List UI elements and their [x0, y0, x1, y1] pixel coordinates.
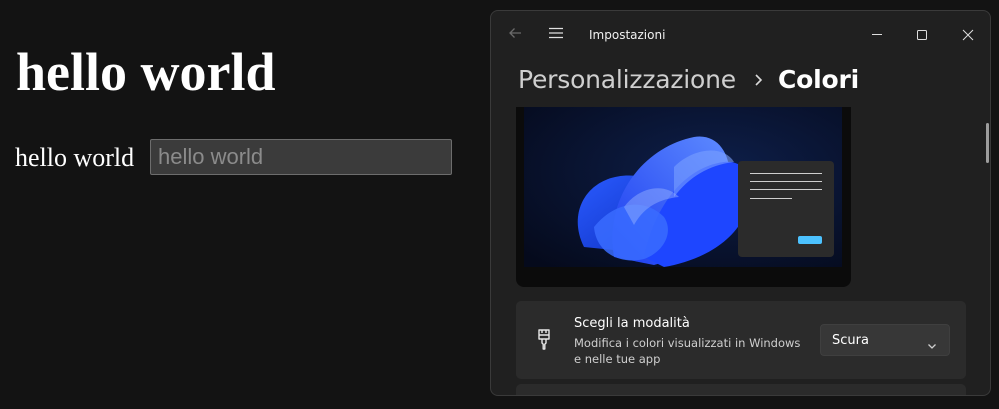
paintbrush-icon — [534, 328, 554, 352]
mode-setting-description: Modifica i colori visualizzati in Window… — [574, 336, 801, 366]
maximize-icon[interactable] — [906, 19, 938, 51]
preview-text-line — [750, 189, 822, 190]
title-bar: Impostazioni — [491, 11, 990, 57]
page-text-input[interactable] — [150, 139, 452, 175]
theme-preview — [516, 107, 851, 287]
mode-dropdown-value: Scura — [832, 333, 869, 348]
hamburger-menu-icon[interactable] — [546, 25, 566, 45]
preview-accent-button — [798, 236, 822, 244]
window-title: Impostazioni — [589, 28, 666, 42]
minimize-icon[interactable] — [861, 19, 893, 51]
preview-text-line — [750, 173, 822, 174]
settings-window: Impostazioni Personalizzazione Colori Sc… — [490, 10, 991, 396]
breadcrumb-current: Colori — [777, 64, 859, 94]
preview-text-line — [750, 198, 792, 199]
mode-setting-title: Scegli la modalità — [574, 316, 690, 331]
page-heading: hello world — [16, 42, 276, 102]
back-arrow-icon[interactable] — [505, 25, 525, 45]
breadcrumb: Personalizzazione Colori — [518, 59, 859, 99]
chevron-down-icon — [927, 336, 937, 349]
scrollbar-thumb[interactable] — [986, 123, 989, 163]
mode-dropdown[interactable]: Scura — [820, 324, 950, 356]
chevron-right-icon — [752, 72, 764, 86]
next-setting-card — [516, 384, 966, 395]
mode-setting-card: Scegli la modalità Modifica i colori vis… — [516, 301, 966, 379]
close-icon[interactable] — [952, 19, 984, 51]
breadcrumb-parent[interactable]: Personalizzazione — [518, 65, 736, 94]
preview-text-line — [750, 181, 822, 182]
page-label: hello world — [15, 143, 135, 172]
preview-dialog — [738, 161, 834, 257]
